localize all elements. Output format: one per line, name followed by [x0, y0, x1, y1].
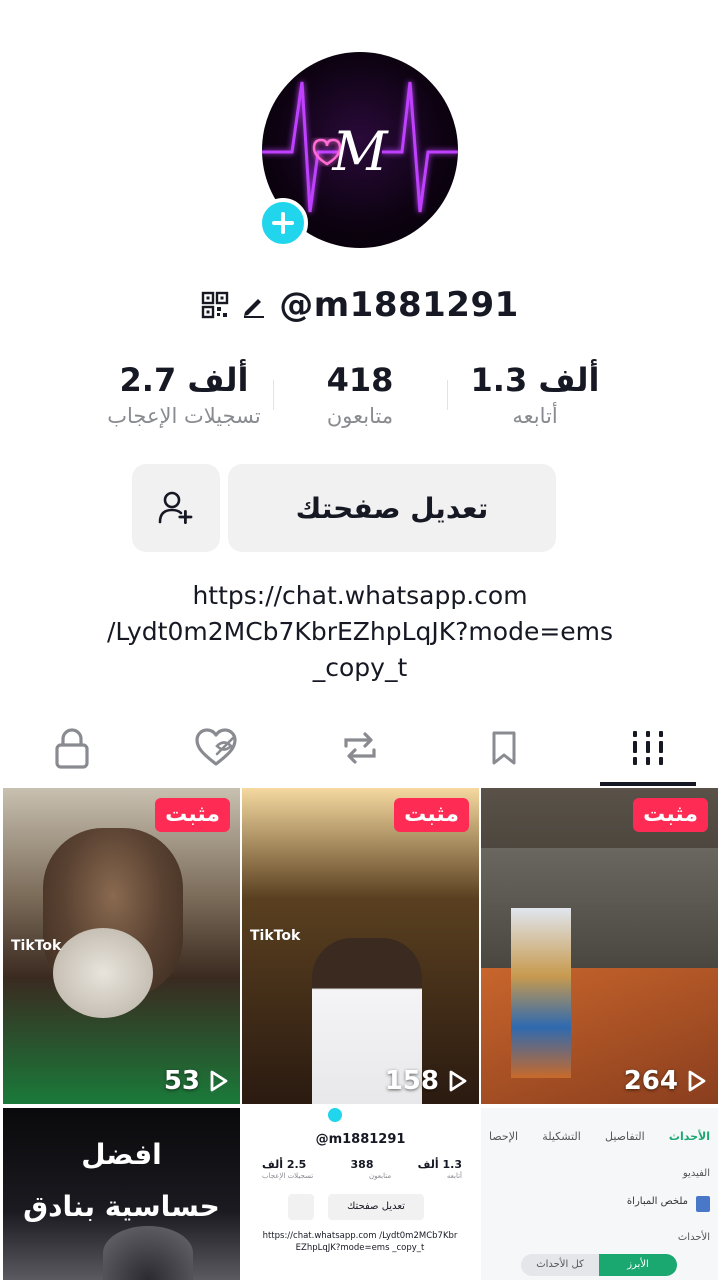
- mini-row: الفيديو: [682, 1168, 710, 1179]
- profile-avatar[interactable]: M: [258, 52, 458, 248]
- hidden-heart-icon: [195, 728, 237, 766]
- mini-segment: كل الأحداث: [536, 1259, 584, 1270]
- person-add-icon: [158, 491, 193, 524]
- username: @m1881291: [279, 285, 519, 325]
- pinned-badge: مثبت: [394, 798, 469, 832]
- likes-count: 2.7 ألف: [119, 361, 249, 399]
- add-story-button[interactable]: [258, 198, 308, 248]
- lock-icon: [55, 728, 89, 769]
- tab-videos[interactable]: [598, 716, 698, 780]
- mini-row: ملخص المباراة: [626, 1196, 688, 1207]
- portrait-beard: [53, 928, 153, 1018]
- tab-reposts[interactable]: [310, 716, 410, 780]
- mini-stat-labels: أتابعه متابعون تسجيلات الإعجاب: [262, 1172, 462, 1180]
- video-tile-2[interactable]: TikTok مثبت 158: [242, 788, 479, 1104]
- mini-stat: 2.5 ألف: [262, 1158, 307, 1171]
- mini-stats: 1.3 ألف 388 2.5 ألف: [262, 1158, 462, 1171]
- grid-icon: [633, 731, 663, 765]
- mini-edit-button: تعديل صفحتك: [328, 1194, 424, 1220]
- following-label: أتابعه: [512, 404, 558, 428]
- mini-add-friend-button: [288, 1194, 314, 1220]
- mini-stat-label: أتابعه: [446, 1172, 462, 1180]
- tiktok-watermark: TikTok: [11, 938, 62, 954]
- edit-profile-button[interactable]: تعديل صفحتك: [228, 464, 556, 552]
- mini-app-tabs: الأحداث التفاصيل التشكيلة الإحصا: [489, 1130, 710, 1154]
- mini-tab: الإحصا: [489, 1130, 519, 1143]
- video-tile-1[interactable]: مثبت 264: [481, 788, 718, 1104]
- video-tile-6[interactable]: افضل حساسية بنادق: [3, 1108, 240, 1280]
- document-icon: [696, 1196, 710, 1212]
- edit-profile-label: تعديل صفحتك: [295, 491, 489, 525]
- mini-segment-control: الأبرز كل الأحداث: [521, 1254, 677, 1276]
- mini-tab: الأحداث: [668, 1130, 710, 1143]
- mini-stat-label: تسجيلات الإعجاب: [262, 1172, 314, 1180]
- play-icon: [688, 1070, 706, 1092]
- overlay-text: افضل: [81, 1138, 162, 1171]
- following-count: 1.3 ألف: [470, 361, 600, 399]
- view-count-value: 264: [623, 1066, 678, 1096]
- mini-username: @m1881291: [315, 1132, 406, 1147]
- pinned-badge: مثبت: [155, 798, 230, 832]
- tab-private[interactable]: [22, 716, 122, 780]
- tiktok-watermark: TikTok: [250, 928, 301, 944]
- bio-line: https://chat.whatsapp.com: [192, 581, 528, 610]
- game-character: [511, 908, 571, 1078]
- add-friend-button[interactable]: [132, 464, 220, 552]
- mini-tab: التفاصيل: [605, 1130, 645, 1143]
- view-count: 158: [385, 1066, 469, 1096]
- avatar-monogram: M: [331, 120, 389, 183]
- plus-icon: [272, 212, 294, 234]
- username-row: @m1881291: [0, 282, 720, 328]
- video-tile-3[interactable]: TikTok مثبت 53: [3, 788, 240, 1104]
- bio-line: _copy_t: [312, 653, 408, 682]
- active-tab-indicator: [600, 782, 696, 786]
- bio-link[interactable]: https://chat.whatsapp.com /Lydt0m2MCb7Kb…: [40, 578, 680, 686]
- followers-count: 418: [326, 361, 394, 399]
- mini-stat-label: متابعون: [369, 1172, 392, 1180]
- stat-following[interactable]: 1.3 ألف أتابعه: [435, 358, 635, 430]
- stat-followers[interactable]: 418 متابعون: [260, 358, 460, 430]
- stat-likes[interactable]: 2.7 ألف تسجيلات الإعجاب: [84, 358, 284, 430]
- bio-line: /Lydt0m2MCb7KbrEZhpLqJK?mode=ems: [106, 617, 614, 646]
- play-icon: [210, 1070, 228, 1092]
- mini-row: الأحداث: [677, 1232, 710, 1243]
- likes-label: تسجيلات الإعجاب: [107, 404, 261, 428]
- video-tile-4[interactable]: الأحداث التفاصيل التشكيلة الإحصا الفيديو…: [481, 1108, 718, 1280]
- view-count-value: 53: [163, 1066, 200, 1096]
- mini-stat: 1.3 ألف: [417, 1158, 462, 1171]
- view-count: 53: [164, 1066, 230, 1096]
- content-tabs: [0, 716, 720, 786]
- view-count-value: 158: [384, 1066, 439, 1096]
- view-count: 264: [624, 1066, 708, 1096]
- followers-label: متابعون: [326, 404, 394, 428]
- play-icon: [449, 1070, 467, 1092]
- bookmark-icon: [492, 731, 516, 765]
- video-tile-5[interactable]: @m1881291 1.3 ألف 388 2.5 ألف أتابعه متا…: [242, 1108, 479, 1280]
- mini-add-badge: [328, 1108, 342, 1122]
- tab-liked[interactable]: [166, 716, 266, 780]
- edit-pencil-icon[interactable]: [241, 292, 267, 318]
- mini-segment: الأبرز: [599, 1254, 677, 1276]
- mini-bio: https://chat.whatsapp.com /Lydt0m2MCb7Kb…: [262, 1231, 458, 1253]
- profile-stats: 1.3 ألف أتابعه 418 متابعون 2.7 ألف تسجيل…: [0, 358, 720, 438]
- qr-code-icon[interactable]: [201, 291, 229, 319]
- tab-saved[interactable]: [454, 716, 554, 780]
- repost-icon: [344, 732, 376, 764]
- overlay-text: حساسية بنادق: [23, 1190, 220, 1223]
- pinned-badge: مثبت: [633, 798, 708, 832]
- game-scope: [103, 1226, 193, 1280]
- mini-stat: 388: [350, 1158, 374, 1171]
- mini-tab: التشكيلة: [542, 1130, 581, 1143]
